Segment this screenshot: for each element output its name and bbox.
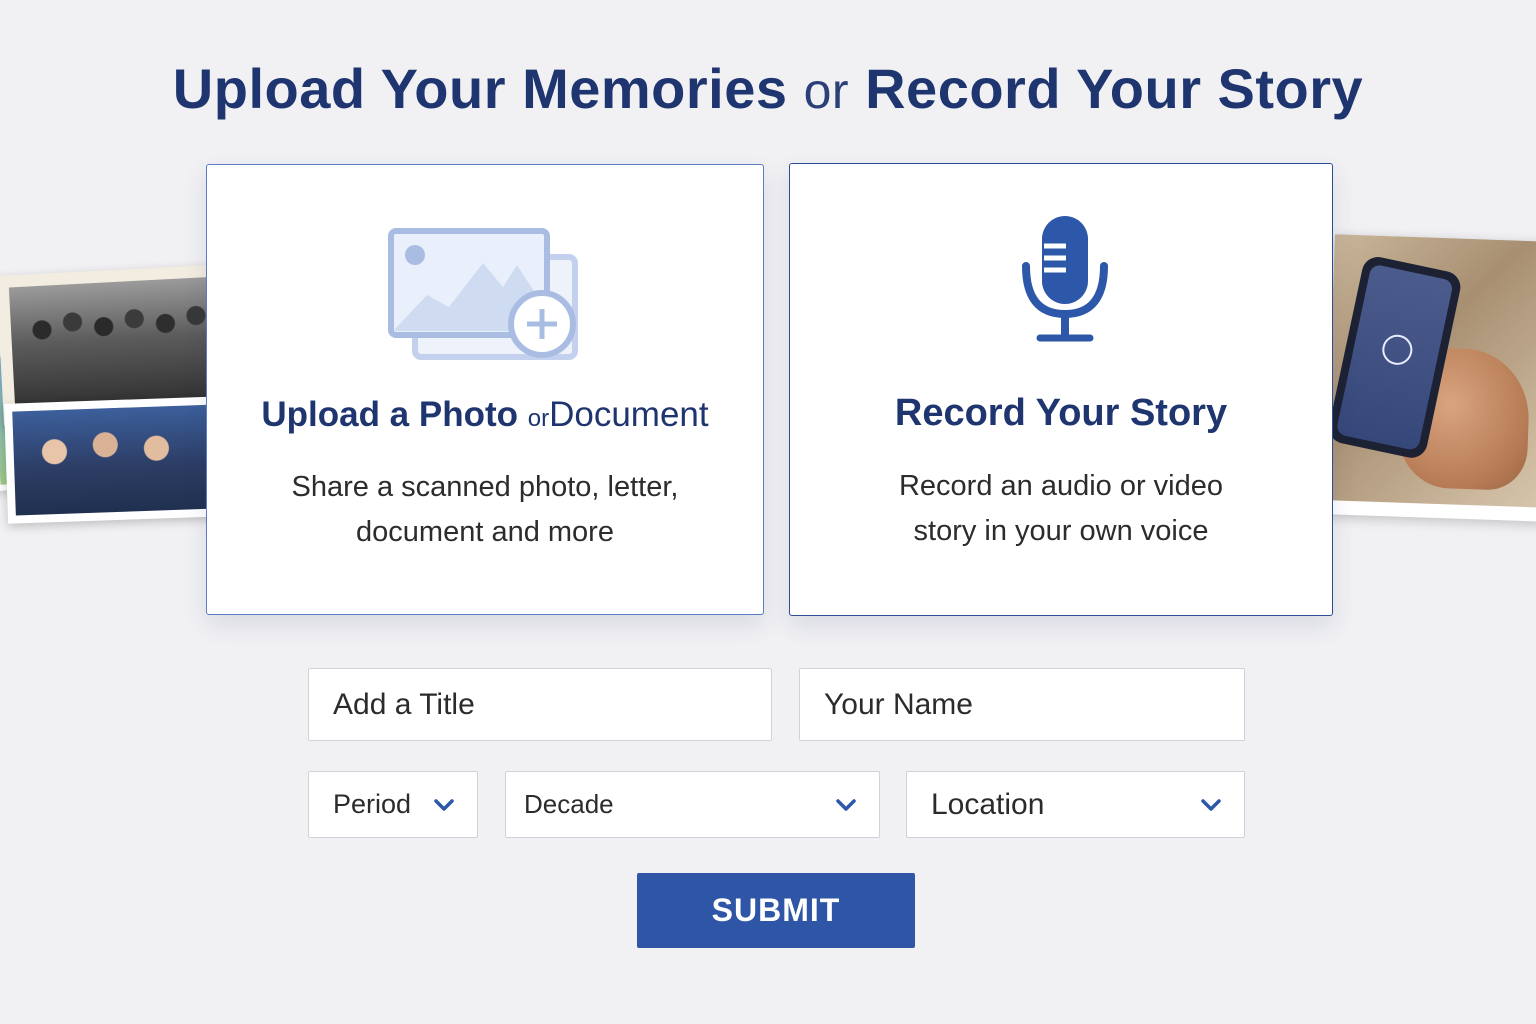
decorative-photo-collage-left [0,260,234,540]
page-title: Upload Your Memories or Record Your Stor… [0,56,1536,121]
title-input-placeholder: Add a Title [333,687,475,721]
location-select[interactable]: Location [906,771,1245,838]
upload-card-description: Share a scanned photo, letter, document … [291,471,679,548]
avatar-icon [1379,331,1416,368]
decade-select[interactable]: Decade [505,771,880,838]
upload-card-title: Upload a Photo orDocument [261,395,709,434]
page-title-or: or [803,63,850,119]
chevron-down-icon [1201,798,1221,811]
name-input[interactable]: Your Name [799,668,1245,741]
decorative-photo-family [3,396,229,524]
location-select-label: Location [931,787,1045,821]
page-title-secondary: Record Your Story [865,57,1364,120]
record-card-description: Record an audio or video story in your o… [898,470,1224,547]
chevron-down-icon [434,798,454,811]
title-input[interactable]: Add a Title [308,668,772,741]
image-upload-icon [387,225,587,370]
period-select[interactable]: Period [308,771,478,838]
submit-button[interactable]: SUBMIT [637,873,915,948]
name-input-placeholder: Your Name [824,687,973,721]
period-select-label: Period [333,789,412,819]
chevron-down-icon [836,798,856,811]
upload-page: Upload Your Memories or Record Your Stor… [0,0,1536,1024]
decorative-photo-phone-recording [1325,234,1536,522]
record-card-title: Record Your Story [894,392,1228,434]
microphone-icon [1020,214,1110,349]
upload-photo-card[interactable]: Upload a Photo orDocument Share a scanne… [206,164,764,615]
decade-select-label: Decade [524,789,614,819]
page-title-main: Upload Your Memories [172,57,788,120]
record-story-card[interactable]: Record Your Story Record an audio or vid… [789,163,1333,616]
